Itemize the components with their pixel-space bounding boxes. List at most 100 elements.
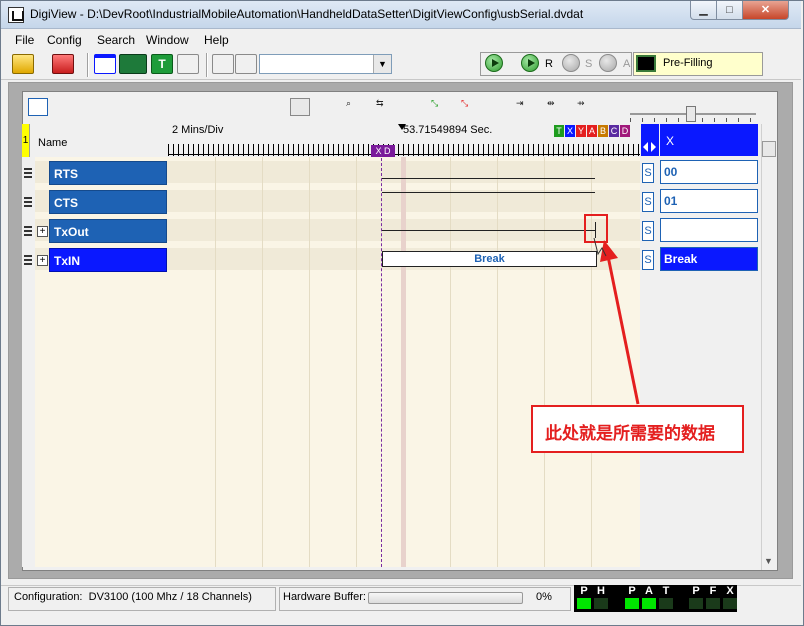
waveform-txout [382, 230, 595, 231]
zoom-in-icon[interactable]: ⇸ [577, 98, 597, 116]
cursor-band [401, 157, 406, 567]
cursor-xy-icon[interactable]: ⤡ [431, 98, 451, 116]
expand-icon[interactable]: + [37, 226, 48, 237]
value-rts: 00 [660, 160, 758, 184]
zoom-fit-icon[interactable]: ⇥ [516, 98, 536, 116]
run-icon[interactable] [521, 54, 539, 72]
menu-window[interactable]: Window [146, 33, 189, 47]
run-continuous-icon[interactable] [485, 54, 503, 72]
signal-label-cts[interactable]: CTS [49, 190, 167, 214]
grid-line [450, 157, 451, 567]
status-flag-label: T [662, 585, 670, 597]
window-icon[interactable] [94, 54, 116, 74]
search-pattern-icon[interactable]: ⌕ [346, 98, 366, 116]
hardware-buffer-percent: 0% [536, 591, 552, 603]
grid-line [262, 157, 263, 567]
close-button[interactable]: ✕ [742, 1, 789, 20]
signal-label-rts[interactable]: RTS [49, 161, 167, 185]
abort-label: A [623, 58, 631, 70]
row-gutter [22, 157, 35, 567]
group-marker[interactable]: 1 [22, 124, 30, 157]
status-flag-led [577, 598, 591, 609]
row-drag-handle[interactable] [24, 226, 32, 236]
signal-scope-button[interactable]: S [642, 163, 654, 183]
status-flag-label: X [726, 585, 734, 597]
cursor-time-label: 53.71549894 Sec. [403, 124, 493, 136]
vertical-scrollbar[interactable] [761, 124, 777, 570]
minimize-button[interactable]: ▁ [690, 1, 717, 20]
menu-help[interactable]: Help [204, 33, 229, 47]
status-flag-label: P [692, 585, 700, 597]
capture-settings-icon[interactable] [235, 54, 257, 74]
waveform-rts [382, 178, 595, 179]
timebase-label: 2 Mins/Div [172, 124, 224, 136]
search-in-out-icon[interactable]: ⇆ [376, 98, 396, 116]
waveform-txin-segment[interactable]: Break [382, 251, 597, 267]
menu-file[interactable]: File [15, 33, 34, 47]
value-header-label: X [666, 134, 675, 148]
signal-scope-button[interactable]: S [642, 192, 654, 212]
grid-line [309, 157, 310, 567]
trigger-marker[interactable]: X D [371, 145, 395, 157]
annotation-arrow [593, 237, 640, 405]
chart-icon[interactable] [28, 98, 48, 116]
grid-line [544, 157, 545, 567]
run-label: R [545, 58, 553, 70]
status-flag-led [723, 598, 737, 609]
trigger-cursor-line[interactable] [381, 148, 382, 567]
maximize-button[interactable]: □ [716, 1, 743, 20]
capture-status-text: Pre-Filling [663, 57, 713, 69]
signal-label-txin[interactable]: TxIN [49, 248, 167, 272]
cursor-tag-t[interactable]: T [554, 125, 564, 137]
waveform-cts [382, 192, 595, 193]
text-icon[interactable]: T [151, 54, 173, 74]
scrollbar-thumb[interactable] [762, 141, 776, 157]
cursor-tag-c[interactable]: C [609, 125, 619, 137]
stop-icon[interactable] [562, 54, 580, 72]
zoom-thumb[interactable] [686, 106, 696, 122]
cursor-tag-b[interactable]: B [598, 125, 608, 137]
abort-icon[interactable] [599, 54, 617, 72]
cursor-tag-y[interactable]: Y [576, 125, 586, 137]
hardware-buffer-progress [368, 592, 523, 604]
cursor-tag-a[interactable]: A [587, 125, 597, 137]
status-flag-label: A [645, 585, 653, 597]
signal-label-txout[interactable]: TxOut [49, 219, 167, 243]
status-flag-led [642, 598, 656, 609]
scroll-down-icon[interactable]: ▼ [764, 556, 773, 566]
status-flag-led [659, 598, 673, 609]
status-flag-label: H [597, 585, 605, 597]
app-icon[interactable] [8, 7, 24, 23]
capture-config-icon[interactable] [212, 54, 234, 74]
menu-search[interactable]: Search [97, 33, 135, 47]
status-flag-led [689, 598, 703, 609]
status-flags: PHPATPFX [574, 585, 737, 612]
chevron-down-icon[interactable]: ▼ [373, 55, 391, 73]
cursor-tag-d[interactable]: D [620, 125, 630, 137]
toolbar-separator [87, 53, 89, 77]
row-drag-handle[interactable] [24, 255, 32, 265]
open-icon[interactable] [12, 54, 34, 74]
menu-config[interactable]: Config [47, 33, 82, 47]
window-title: DigiView - D:\DevRoot\IndustrialMobileAu… [30, 7, 584, 21]
expand-icon[interactable]: + [37, 255, 48, 266]
value-cts: 01 [660, 189, 758, 213]
value-scroll-button[interactable] [641, 124, 659, 156]
annotation-callout-text: 此处就是所需要的数据 [545, 424, 715, 443]
grid-line [497, 157, 498, 567]
time-ruler[interactable] [168, 138, 640, 157]
toolbar-separator [206, 53, 208, 77]
value-column-header [660, 124, 758, 156]
save-icon[interactable] [52, 54, 74, 74]
export-icon[interactable] [177, 54, 199, 74]
cursor-abcd-icon[interactable]: ⤡ [461, 98, 481, 116]
zoom-out-icon[interactable]: ⇹ [547, 98, 567, 116]
row-drag-handle[interactable] [24, 168, 32, 178]
value-txout [660, 218, 758, 242]
row-drag-handle[interactable] [24, 197, 32, 207]
channels-icon[interactable] [119, 54, 147, 74]
zoom-slider[interactable] [626, 106, 760, 122]
capture-icon[interactable] [290, 98, 310, 116]
hardware-buffer-label: Hardware Buffer: [283, 591, 366, 603]
cursor-tag-x[interactable]: X [565, 125, 575, 137]
